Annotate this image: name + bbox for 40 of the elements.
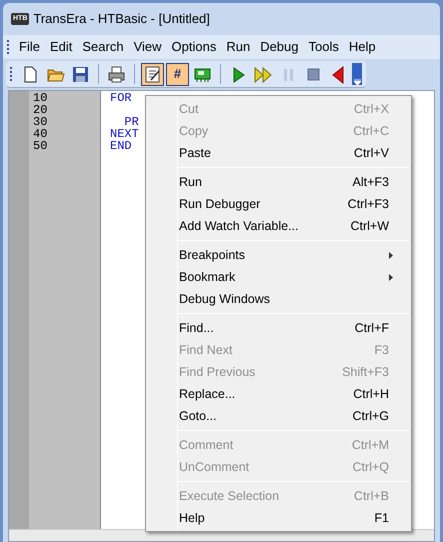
toolbar-button[interactable] <box>141 62 164 86</box>
menu-item[interactable]: Search <box>77 37 129 57</box>
line-number: 30 <box>33 116 48 128</box>
context-menu-item[interactable]: Paste Ctrl+V <box>148 142 409 164</box>
code-line: END <box>110 139 132 153</box>
context-menu-item[interactable]: Debug Windows <box>148 288 409 310</box>
fast-forward-icon <box>254 64 273 84</box>
line-number: 10 <box>33 92 48 104</box>
menu-item[interactable]: Run <box>221 37 256 57</box>
window-title: TransEra - HTBasic - [Untitled] <box>33 10 210 28</box>
printer-icon <box>107 64 126 84</box>
menu-item[interactable]: Debug <box>255 37 304 57</box>
context-menu-item[interactable]: Breakpoints <box>148 244 409 266</box>
context-menu-item[interactable]: Help F1 <box>148 507 409 529</box>
context-menu-item[interactable]: Bookmark <box>148 266 409 288</box>
menu-item[interactable]: View <box>128 37 167 57</box>
line-number: 40 <box>33 128 48 140</box>
context-menu-item[interactable]: Add Watch Variable... Ctrl+W <box>148 215 409 237</box>
menu-item[interactable]: Edit <box>44 37 78 57</box>
line-number: 50 <box>33 140 48 152</box>
submenu-arrow-icon <box>389 274 393 280</box>
menu-item[interactable]: Options <box>166 37 222 57</box>
context-menu-item[interactable]: Run Alt+F3 <box>148 171 409 193</box>
context-menu-item[interactable]: Find... Ctrl+F <box>148 317 409 339</box>
code-line: PR <box>123 115 139 129</box>
dropdown-icon <box>354 79 360 85</box>
submenu-arrow-icon <box>389 252 393 258</box>
menu-item[interactable]: Tools <box>304 37 344 57</box>
toolbar-overflow-button[interactable] <box>352 63 362 85</box>
menu-item[interactable]: File <box>14 37 45 57</box>
notepad-icon <box>143 64 162 84</box>
context-menu-item[interactable]: Replace... Ctrl+H <box>148 383 409 405</box>
line-number: 20 <box>33 104 48 116</box>
code-line: FOR <box>110 91 132 105</box>
menu-item[interactable]: Help <box>344 37 381 57</box>
line-numbers-button[interactable]: # <box>166 62 189 86</box>
context-menu-item[interactable]: Run Debugger Ctrl+F3 <box>148 193 409 215</box>
save-icon <box>71 64 90 84</box>
code-line: NEXT <box>110 127 139 141</box>
context-menu-item[interactable]: Goto... Ctrl+G <box>148 405 409 427</box>
